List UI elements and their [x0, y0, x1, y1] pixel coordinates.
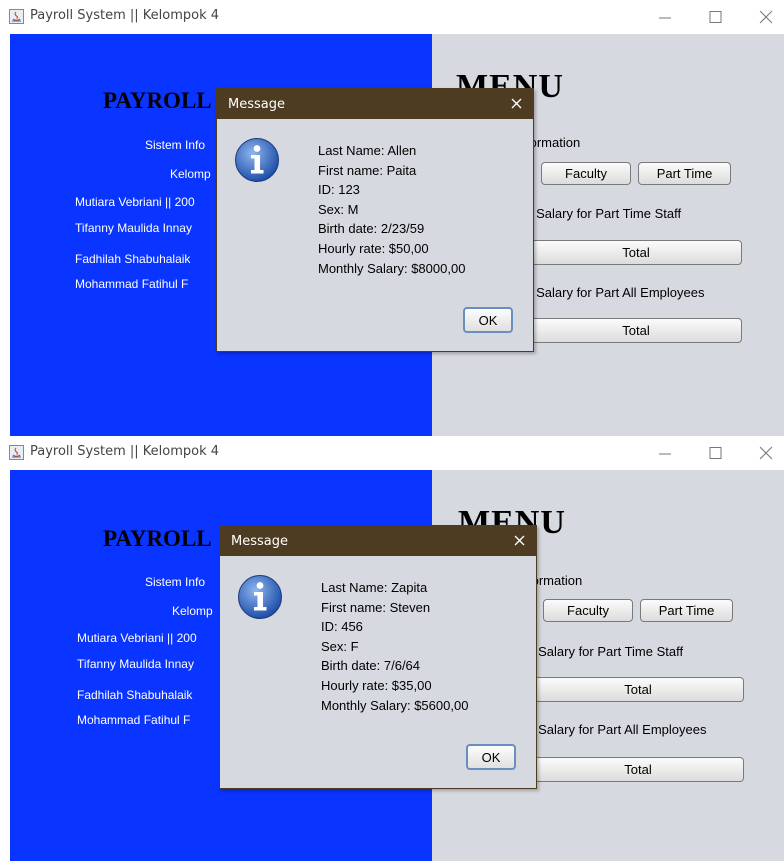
window-titlebar[interactable]: Payroll System || Kelompok 4 [0, 436, 784, 470]
total-part-time-button[interactable]: Total [530, 240, 742, 265]
window-titlebar[interactable]: Payroll System || Kelompok 4 [0, 0, 784, 34]
system-info-text: Sistem Info [145, 575, 206, 589]
employee-info-label: formation [526, 135, 581, 150]
payroll-heading: PAYROLL [103, 526, 212, 551]
message-line: ID: 123 [318, 182, 360, 198]
part-time-salary-label: y Salary for Part Time Staff [526, 206, 682, 221]
part-time-button[interactable]: Part Time [638, 162, 731, 185]
total-all-button[interactable]: Total [530, 318, 742, 343]
dialog-titlebar[interactable]: Message [217, 89, 533, 119]
member-name: Tifanny Maulida Innay [77, 657, 194, 671]
close-icon[interactable] [507, 93, 527, 113]
dialog-title: Message [228, 97, 285, 112]
maximize-icon[interactable] [703, 442, 727, 464]
message-dialog: Message Last Name: Allen First name: Pai… [216, 88, 534, 352]
faculty-button[interactable]: Faculty [541, 162, 631, 185]
system-info-text: Sistem Info [145, 138, 206, 152]
message-line: Sex: F [321, 638, 359, 654]
close-icon[interactable] [510, 530, 530, 550]
dialog-message: Last Name: Allen First name: Paita ID: 1… [318, 141, 465, 278]
member-name: Mohammad Fatihul F [77, 713, 191, 727]
group-text: Kelomp [172, 604, 213, 618]
message-dialog: Message Last Name: Zapita First name: St… [219, 525, 537, 789]
info-icon [235, 138, 279, 182]
all-salary-label: y Salary for Part All Employees [528, 722, 707, 737]
member-name: Mutiara Vebriani || 200 [77, 631, 197, 645]
message-line: Birth date: 7/6/64 [321, 658, 421, 674]
total-all-button[interactable]: Total [532, 757, 744, 782]
ok-button[interactable]: OK [466, 744, 516, 770]
payroll-window-2: Payroll System || Kelompok 4 PAYROLL Sis… [0, 436, 784, 861]
part-time-salary-label: y Salary for Part Time Staff [528, 644, 684, 659]
message-line: Last Name: Zapita [321, 580, 428, 595]
faculty-button[interactable]: Faculty [543, 599, 633, 622]
maximize-icon[interactable] [703, 6, 727, 28]
payroll-window-1: Payroll System || Kelompok 4 PAYROLL Sis… [0, 0, 784, 436]
close-icon[interactable] [754, 442, 778, 464]
member-name: Tifanny Maulida Innay [75, 221, 192, 235]
message-line: Birth date: 2/23/59 [318, 221, 425, 237]
member-name: Fadhilah Shabuhalaik [75, 252, 191, 266]
minimize-icon[interactable] [653, 442, 677, 464]
total-part-time-button[interactable]: Total [532, 677, 744, 702]
message-line: Sex: M [318, 201, 359, 217]
dialog-titlebar[interactable]: Message [220, 526, 536, 556]
ok-button[interactable]: OK [463, 307, 513, 333]
java-app-icon [9, 9, 24, 24]
message-line: Last Name: Allen [318, 143, 417, 158]
payroll-heading: PAYROLL [103, 88, 212, 113]
message-line: ID: 456 [321, 619, 363, 635]
member-name: Mutiara Vebriani || 200 [75, 195, 195, 209]
all-salary-label: y Salary for Part All Employees [526, 285, 705, 300]
java-app-icon [9, 445, 24, 460]
member-name: Mohammad Fatihul F [75, 277, 189, 291]
minimize-icon[interactable] [653, 6, 677, 28]
window-title: Payroll System || Kelompok 4 [30, 8, 220, 23]
message-line: Monthly Salary: $8000,00 [318, 260, 466, 276]
window-title: Payroll System || Kelompok 4 [30, 444, 220, 459]
member-name: Fadhilah Shabuhalaik [77, 688, 193, 702]
message-line: Hourly rate: $50,00 [318, 240, 429, 256]
dialog-message: Last Name: Zapita First name: Steven ID:… [321, 578, 468, 715]
part-time-button[interactable]: Part Time [640, 599, 733, 622]
group-text: Kelomp [170, 167, 211, 181]
info-icon [238, 575, 282, 619]
close-icon[interactable] [754, 6, 778, 28]
message-line: Hourly rate: $35,00 [321, 677, 432, 693]
message-line: Monthly Salary: $5600,00 [321, 697, 469, 713]
message-line: First name: Steven [321, 599, 431, 615]
dialog-title: Message [231, 534, 288, 549]
message-line: First name: Paita [318, 162, 417, 178]
